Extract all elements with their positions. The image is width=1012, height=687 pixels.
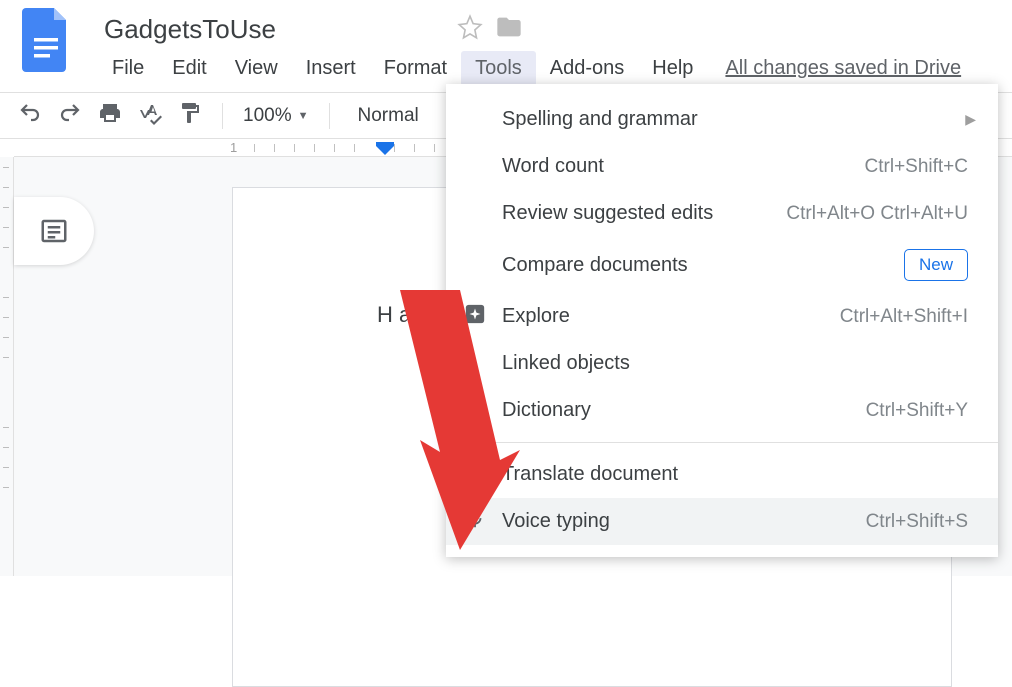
docs-logo[interactable] xyxy=(22,8,70,72)
title-area: File Edit View Insert Format Tools Add-o… xyxy=(98,8,1012,86)
document-title[interactable] xyxy=(98,12,445,47)
save-status[interactable]: All changes saved in Drive xyxy=(725,57,961,80)
undo-icon[interactable] xyxy=(18,101,42,130)
menu-spelling-grammar[interactable]: Spelling and grammar ▶ xyxy=(446,96,998,143)
menu-review-edits[interactable]: Review suggested edits Ctrl+Alt+O Ctrl+A… xyxy=(446,190,998,237)
zoom-selector[interactable]: 100% ▼ xyxy=(243,105,309,127)
separator xyxy=(222,103,223,129)
ruler-mark: 1 xyxy=(230,140,237,155)
menu-explore[interactable]: Explore Ctrl+Alt+Shift+I xyxy=(446,293,998,340)
print-icon[interactable] xyxy=(98,101,122,130)
menu-format[interactable]: Format xyxy=(370,51,461,86)
menu-help[interactable]: Help xyxy=(638,51,707,86)
outline-toggle[interactable] xyxy=(14,197,94,265)
tools-dropdown: Spelling and grammar ▶ Word count Ctrl+S… xyxy=(446,84,998,557)
separator xyxy=(329,103,330,129)
chevron-down-icon: ▼ xyxy=(298,110,309,122)
mic-icon xyxy=(464,508,486,536)
zoom-value: 100% xyxy=(243,105,292,127)
document-text: H a .. xyxy=(377,302,430,327)
menu-insert[interactable]: Insert xyxy=(292,51,370,86)
menu-translate[interactable]: Translate document xyxy=(446,451,998,498)
move-folder-icon[interactable] xyxy=(495,13,523,46)
menu-file[interactable]: File xyxy=(98,51,158,86)
explore-icon xyxy=(464,303,486,331)
vertical-ruler xyxy=(0,157,14,576)
menu-bar: File Edit View Insert Format Tools Add-o… xyxy=(98,51,1012,86)
menu-word-count[interactable]: Word count Ctrl+Shift+C xyxy=(446,143,998,190)
paint-format-icon[interactable] xyxy=(178,101,202,130)
menu-edit[interactable]: Edit xyxy=(158,51,220,86)
menu-voice-typing[interactable]: Voice typing Ctrl+Shift+S xyxy=(446,498,998,545)
menu-linked-objects[interactable]: Linked objects xyxy=(446,340,998,387)
redo-icon[interactable] xyxy=(58,101,82,130)
paragraph-style[interactable]: Normal xyxy=(350,105,427,127)
header: File Edit View Insert Format Tools Add-o… xyxy=(0,0,1012,86)
menu-dictionary[interactable]: Dictionary Ctrl+Shift+Y xyxy=(446,387,998,434)
submenu-arrow-icon: ▶ xyxy=(965,111,976,128)
menu-compare-documents[interactable]: Compare documents New xyxy=(446,237,998,293)
menu-addons[interactable]: Add-ons xyxy=(536,51,639,86)
menu-view[interactable]: View xyxy=(221,51,292,86)
menu-separator xyxy=(446,442,998,443)
spellcheck-icon[interactable] xyxy=(138,101,162,130)
star-icon[interactable] xyxy=(457,14,483,45)
menu-tools[interactable]: Tools xyxy=(461,51,536,86)
new-badge: New xyxy=(904,249,968,281)
